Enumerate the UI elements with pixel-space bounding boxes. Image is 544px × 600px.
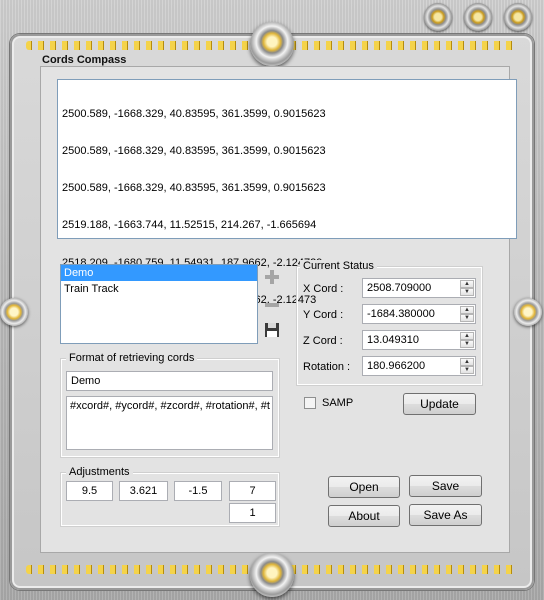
save-profile-button[interactable] (263, 321, 281, 339)
output-line: 2500.589, -1668.329, 40.83595, 361.3599,… (62, 182, 326, 195)
add-profile-button[interactable] (263, 268, 281, 286)
spin-up-icon[interactable]: ▲ (460, 280, 474, 288)
rotation-value: 180.966200 (367, 360, 426, 372)
z-cord-field[interactable]: 13.049310 ▲ ▼ (362, 330, 476, 350)
spin-down-icon[interactable]: ▼ (460, 314, 474, 322)
right-side-knob-icon (514, 298, 542, 326)
spin-down-icon[interactable]: ▼ (460, 288, 474, 296)
window-controls (420, 0, 540, 32)
save-as-button[interactable]: Save As (409, 504, 482, 526)
rotation-label: Rotation : (303, 361, 351, 373)
window-title: Cords Compass (42, 54, 127, 66)
adjustment-field-5[interactable]: 1 (229, 503, 276, 523)
spin-down-icon[interactable]: ▼ (460, 366, 474, 374)
y-cord-label: Y Cord : (303, 309, 344, 321)
x-cord-field[interactable]: 2508.709000 ▲ ▼ (362, 278, 476, 298)
y-cord-field[interactable]: -1684.380000 ▲ ▼ (362, 304, 476, 324)
format-legend: Format of retrieving cords (66, 352, 198, 364)
format-name-field[interactable]: Demo (66, 371, 273, 391)
output-line: 2500.589, -1668.329, 40.83595, 361.3599,… (62, 107, 326, 120)
y-cord-spinner[interactable]: ▲ ▼ (460, 306, 474, 322)
samp-label[interactable]: SAMP (322, 397, 353, 409)
bottom-center-knob-icon (250, 553, 294, 597)
spin-up-icon[interactable]: ▲ (460, 306, 474, 314)
format-template-field[interactable]: #xcord#, #ycord#, #zcord#, #rotation#, #… (66, 396, 273, 450)
rotation-spinner[interactable]: ▲ ▼ (460, 358, 474, 374)
status-legend: Current Status (300, 260, 377, 272)
minus-icon (265, 303, 279, 307)
coordinates-output[interactable]: 2500.589, -1668.329, 40.83595, 361.3599,… (57, 79, 517, 306)
minimize-knob-icon[interactable] (424, 3, 452, 31)
z-cord-spinner[interactable]: ▲ ▼ (460, 332, 474, 348)
spin-up-icon[interactable]: ▲ (460, 332, 474, 340)
open-button[interactable]: Open (328, 476, 400, 498)
output-line: 2500.589, -1668.329, 40.83595, 361.3599,… (62, 145, 326, 158)
top-center-knob-icon (250, 22, 294, 66)
remove-profile-button[interactable] (263, 296, 281, 314)
z-cord-label: Z Cord : (303, 335, 343, 347)
adjustment-field-1[interactable]: 9.5 (66, 481, 113, 501)
spin-up-icon[interactable]: ▲ (460, 358, 474, 366)
save-button[interactable]: Save (409, 475, 482, 497)
update-button[interactable]: Update (403, 393, 476, 415)
x-cord-spinner[interactable]: ▲ ▼ (460, 280, 474, 296)
x-cord-label: X Cord : (303, 283, 344, 295)
adjustment-field-3[interactable]: -1.5 (174, 481, 222, 501)
plus-icon (265, 270, 279, 284)
y-cord-value: -1684.380000 (367, 308, 435, 320)
rotation-field[interactable]: 180.966200 ▲ ▼ (362, 356, 476, 376)
adjustments-legend: Adjustments (66, 466, 133, 478)
about-button[interactable]: About (328, 505, 400, 527)
floppy-icon (265, 323, 279, 337)
profile-item-demo[interactable]: Demo (61, 265, 257, 281)
samp-checkbox[interactable] (304, 397, 316, 409)
left-side-knob-icon (0, 298, 28, 326)
z-cord-value: 13.049310 (367, 334, 419, 346)
adjustment-field-4[interactable]: 7 (229, 481, 276, 501)
maximize-knob-icon[interactable] (464, 3, 492, 31)
adjustment-field-2[interactable]: 3.621 (119, 481, 168, 501)
profile-item-train-track[interactable]: Train Track (61, 281, 257, 297)
x-cord-value: 2508.709000 (367, 282, 432, 294)
spin-down-icon[interactable]: ▼ (460, 340, 474, 348)
profile-list[interactable]: Demo Train Track (60, 264, 258, 344)
close-knob-icon[interactable] (504, 3, 532, 31)
output-line: 2519.188, -1663.744, 11.52515, 214.267, … (62, 219, 317, 232)
